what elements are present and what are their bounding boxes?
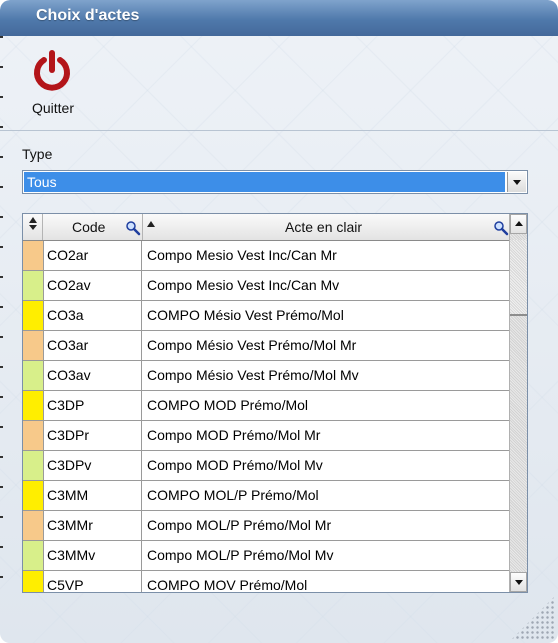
table-row[interactable]: C5VP COMPO MOV Prémo/Mol (23, 571, 509, 593)
acte-header-label: Acte en clair (285, 219, 363, 235)
code-column-header[interactable]: Code (43, 214, 143, 240)
acte-cell: Compo Mésio Vest Prémo/Mol Mv (147, 367, 359, 383)
acte-cell: Compo MOD Prémo/Mol Mr (147, 427, 321, 443)
row-color-swatch (23, 361, 44, 390)
table-row[interactable]: C3DP COMPO MOD Prémo/Mol (23, 391, 509, 421)
dropdown-arrow-icon[interactable] (507, 172, 526, 192)
code-header-label: Code (72, 219, 106, 235)
table-row[interactable]: CO2av Compo Mesio Vest Inc/Can Mv (23, 271, 509, 301)
acte-cell: Compo MOL/P Prémo/Mol Mr (147, 517, 332, 533)
row-color-swatch (23, 451, 44, 480)
acte-cell: COMPO Mésio Vest Prémo/Mol (147, 307, 344, 323)
color-column-header[interactable] (23, 214, 43, 240)
table-row[interactable]: C3MM COMPO MOL/P Prémo/Mol (23, 481, 509, 511)
acte-cell: Compo Mesio Vest Inc/Can Mr (147, 247, 337, 263)
left-edge-marks (0, 36, 3, 596)
row-color-swatch (23, 541, 44, 570)
acte-cell: Compo Mésio Vest Prémo/Mol Mr (147, 337, 357, 353)
code-cell: C5VP (47, 577, 84, 593)
acte-cell: Compo MOD Prémo/Mol Mv (147, 457, 323, 473)
code-cell: C3DP (47, 397, 85, 413)
row-color-swatch (23, 301, 44, 330)
code-cell: CO3ar (47, 337, 89, 353)
sort-up-icon (29, 217, 37, 223)
code-cell: C3MMr (47, 517, 93, 533)
power-icon (34, 50, 70, 91)
resize-grip[interactable] (510, 595, 556, 641)
acte-cell: Compo MOL/P Prémo/Mol Mv (147, 547, 334, 563)
row-color-swatch (23, 421, 44, 450)
table-row[interactable]: CO3ar Compo Mésio Vest Prémo/Mol Mr (23, 331, 509, 361)
code-cell: C3MMv (47, 547, 96, 563)
acte-cell: COMPO MOD Prémo/Mol (147, 397, 309, 413)
title-bar[interactable]: Choix d'actes (0, 0, 558, 36)
sort-down-icon (29, 225, 37, 230)
code-cell: CO2av (47, 277, 91, 293)
table-row[interactable]: C3MMv Compo MOL/P Prémo/Mol Mv (23, 541, 509, 571)
code-cell: CO2ar (47, 247, 89, 263)
table-header: Code Acte en clair (23, 214, 509, 241)
row-color-swatch (23, 481, 44, 510)
quit-label: Quitter (31, 100, 74, 116)
window-title: Choix d'actes (36, 7, 140, 24)
table-row[interactable]: CO3av Compo Mésio Vest Prémo/Mol Mv (23, 361, 509, 391)
acte-column-header[interactable]: Acte en clair (143, 214, 509, 240)
toolbar-separator (0, 130, 558, 131)
code-cell: C3MM (47, 487, 89, 503)
acts-table: Code Acte en clair CO2ar Compo Mesio Vest… (22, 213, 528, 593)
type-selected-value: Tous (24, 172, 505, 192)
row-color-swatch (23, 571, 44, 592)
row-color-swatch (23, 391, 44, 420)
sort-asc-icon (147, 221, 155, 227)
table-row[interactable]: C3DPv Compo MOD Prémo/Mol Mv (23, 451, 509, 481)
type-label: Type (22, 146, 53, 162)
scroll-down-icon[interactable] (510, 572, 527, 592)
acte-cell: Compo Mesio Vest Inc/Can Mv (147, 277, 340, 293)
table-row[interactable]: CO3a COMPO Mésio Vest Prémo/Mol (23, 301, 509, 331)
scrollbar-thumb[interactable] (510, 240, 527, 316)
type-dropdown[interactable]: Tous (22, 170, 528, 194)
table-row[interactable]: C3MMr Compo MOL/P Prémo/Mol Mr (23, 511, 509, 541)
quit-button[interactable]: Quitter (22, 50, 84, 122)
table-body: CO2ar Compo Mesio Vest Inc/Can Mr CO2av Co… (23, 241, 509, 593)
search-icon[interactable] (125, 220, 141, 236)
code-cell: CO3av (47, 367, 91, 383)
table-row[interactable]: CO2ar Compo Mesio Vest Inc/Can Mr (23, 241, 509, 271)
row-color-swatch (23, 241, 44, 270)
scroll-up-icon[interactable] (510, 214, 527, 234)
search-icon[interactable] (493, 220, 509, 236)
table-row[interactable]: C3DPr Compo MOD Prémo/Mol Mr (23, 421, 509, 451)
code-cell: C3DPr (47, 427, 90, 443)
row-color-swatch (23, 331, 44, 360)
acts-window: Choix d'actes Quitter Type Tous Code Act… (0, 0, 558, 643)
code-cell: C3DPv (47, 457, 92, 473)
row-color-swatch (23, 511, 44, 540)
row-color-swatch (23, 271, 44, 300)
vertical-scrollbar[interactable] (509, 214, 527, 592)
acte-cell: COMPO MOL/P Prémo/Mol (147, 487, 319, 503)
acte-cell: COMPO MOV Prémo/Mol (147, 577, 308, 593)
code-cell: CO3a (47, 307, 84, 323)
